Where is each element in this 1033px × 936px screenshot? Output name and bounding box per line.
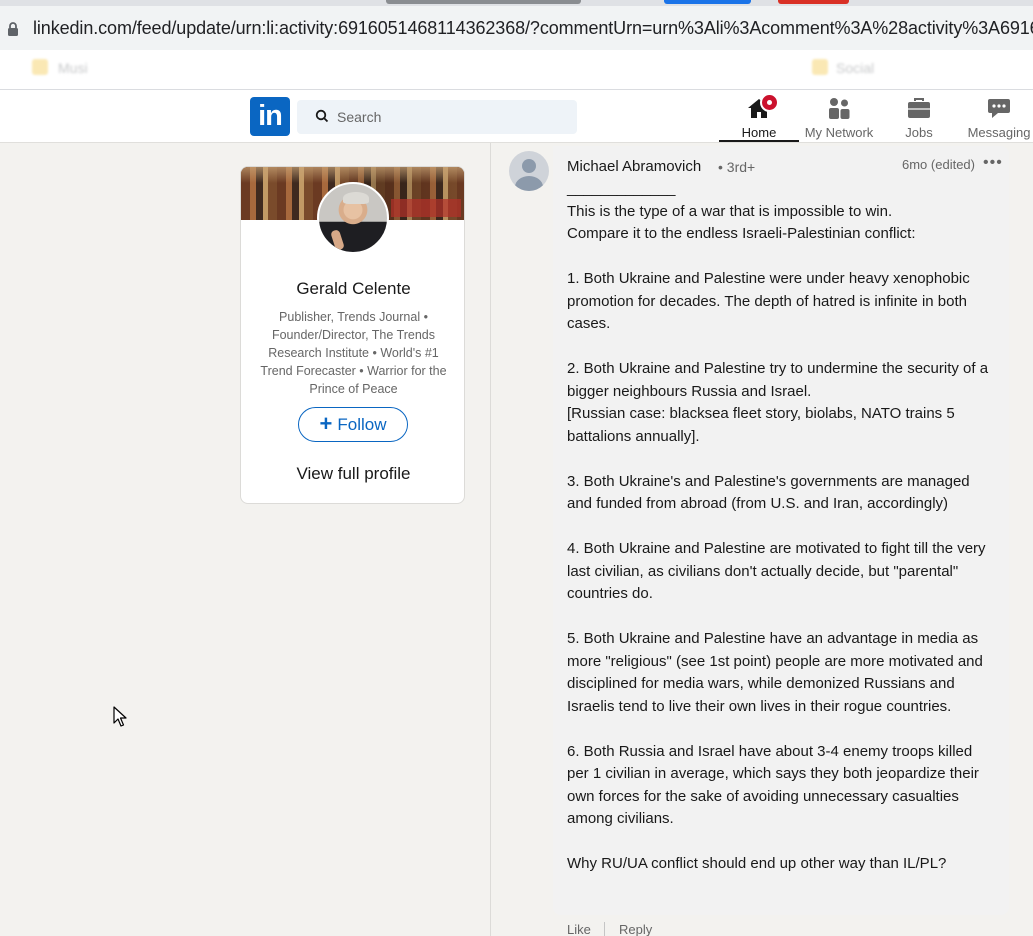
search-icon	[315, 109, 329, 123]
active-nav-indicator	[719, 140, 799, 142]
briefcase-icon	[908, 98, 930, 118]
commenter-avatar[interactable]	[509, 151, 549, 191]
nav-label: Jobs	[905, 125, 933, 140]
comment-author[interactable]: Michael Abramovich	[567, 158, 701, 175]
follow-button[interactable]: + Follow	[298, 407, 408, 442]
browser-tab[interactable]	[664, 0, 751, 4]
connection-degree: • 3rd+	[718, 159, 756, 175]
nav-label: Home	[741, 125, 777, 140]
bookmark-item[interactable]: Musi	[58, 60, 88, 76]
plus-icon: +	[319, 410, 333, 436]
view-full-profile-link[interactable]: View full profile	[241, 464, 464, 484]
bookmark-folder-icon[interactable]	[812, 59, 828, 75]
linkedin-logo[interactable]: in	[250, 97, 290, 136]
like-button[interactable]: Like	[567, 922, 591, 936]
action-separator	[604, 922, 605, 936]
people-icon	[829, 98, 850, 119]
notification-badge	[760, 93, 779, 112]
linkedin-navbar: in Home My Network Jobs	[0, 90, 1033, 143]
nav-item-messaging[interactable]: Messaging	[959, 90, 1033, 143]
avatar[interactable]	[317, 182, 389, 254]
lock-icon[interactable]	[7, 22, 19, 36]
profile-card: Gerald Celente Publisher, Trends Journal…	[240, 166, 465, 504]
comment-timestamp: 6mo (edited)	[902, 157, 975, 172]
search-box[interactable]	[297, 100, 577, 134]
comment-text: _____________ This is the type of a war …	[567, 180, 989, 872]
comment-bubble: Michael Abramovich • 3rd+ 6mo (edited) •…	[553, 146, 1009, 915]
follow-label: Follow	[337, 414, 387, 434]
address-bar[interactable]: linkedin.com/feed/update/urn:li:activity…	[0, 6, 1033, 50]
bookmarks-bar: Musi Social	[0, 50, 1033, 90]
profile-headline: Publisher, Trends Journal • Founder/Dire…	[260, 310, 447, 396]
bookmark-item[interactable]: Social	[836, 60, 874, 76]
bookmark-folder-icon[interactable]	[32, 59, 48, 75]
mouse-cursor-icon	[113, 706, 127, 727]
nav-item-home[interactable]: Home	[719, 90, 799, 143]
browser-tab[interactable]	[778, 0, 849, 4]
nav-item-jobs[interactable]: Jobs	[879, 90, 959, 143]
reply-button[interactable]: Reply	[619, 922, 652, 936]
nav-label: Messaging	[967, 125, 1031, 140]
nav-label: My Network	[804, 125, 874, 140]
more-options-icon[interactable]: •••	[983, 154, 1003, 172]
search-input[interactable]	[337, 100, 567, 134]
divider	[490, 143, 491, 936]
browser-tab[interactable]	[386, 0, 581, 4]
profile-name[interactable]: Gerald Celente	[241, 279, 464, 299]
chat-icon	[988, 99, 1010, 118]
url-text[interactable]: linkedin.com/feed/update/urn:li:activity…	[33, 18, 1033, 39]
nav-item-my-network[interactable]: My Network	[799, 90, 879, 143]
